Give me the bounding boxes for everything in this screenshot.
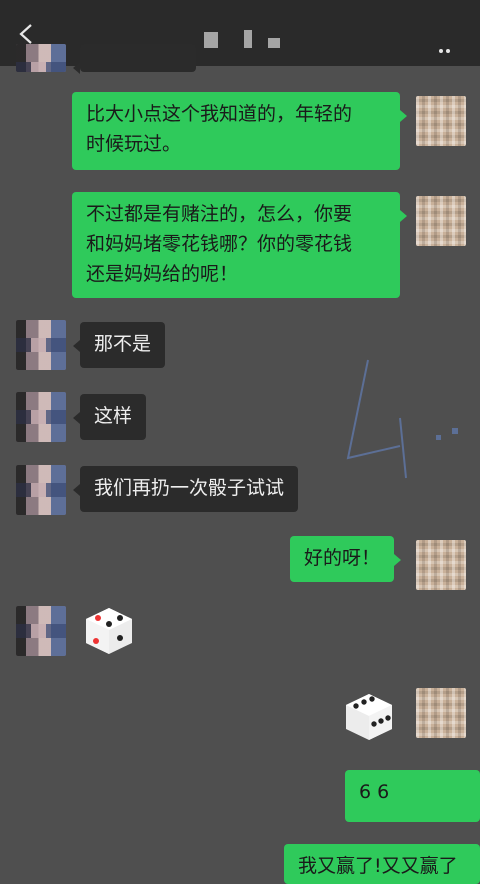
contact-avatar[interactable]: [16, 44, 66, 72]
message-bubble[interactable]: 我们再扔一次骰子试试: [72, 466, 299, 512]
message-bubble[interactable]: 比大小点这个我知道的，年轻的 时候玩过。: [72, 92, 407, 170]
dice-icon[interactable]: [342, 690, 396, 744]
chat-header: [0, 0, 480, 66]
handwriting-scribble: [346, 359, 458, 479]
message-bubble-partial: [73, 44, 196, 74]
contact-avatar[interactable]: [16, 392, 66, 442]
contact-avatar[interactable]: [16, 320, 66, 370]
message-bubble[interactable]: 这样: [72, 394, 147, 440]
chat-title-blurred: [204, 30, 284, 52]
message-line: 还是妈妈给的呢！: [86, 263, 239, 285]
message-bubble[interactable]: 不过都是有赌注的，怎么，你要 和妈妈堵零花钱哪？你的零花钱 还是妈妈给的呢！: [72, 192, 407, 298]
message-bubble[interactable]: 那不是: [72, 322, 166, 368]
message-bubble[interactable]: 6 6: [345, 770, 480, 822]
my-avatar[interactable]: [416, 196, 466, 246]
more-dots-icon[interactable]: [436, 36, 450, 58]
message-bubble[interactable]: 好的呀！: [290, 536, 402, 582]
chevron-left-icon[interactable]: [18, 23, 34, 45]
message-line: 比大小点这个我知道的，年轻的: [86, 103, 353, 125]
contact-avatar[interactable]: [16, 606, 66, 656]
message-line: 时候玩过。: [86, 133, 182, 155]
my-avatar[interactable]: [416, 96, 466, 146]
my-avatar[interactable]: [416, 688, 466, 738]
contact-avatar[interactable]: [16, 465, 66, 515]
dice-icon[interactable]: [82, 604, 136, 658]
message-line: 不过都是有赌注的，怎么，你要: [86, 203, 353, 225]
message-bubble[interactable]: 我又赢了!又又赢了: [284, 844, 480, 884]
message-line: 和妈妈堵零花钱哪？你的零花钱: [86, 233, 353, 255]
my-avatar[interactable]: [416, 540, 466, 590]
